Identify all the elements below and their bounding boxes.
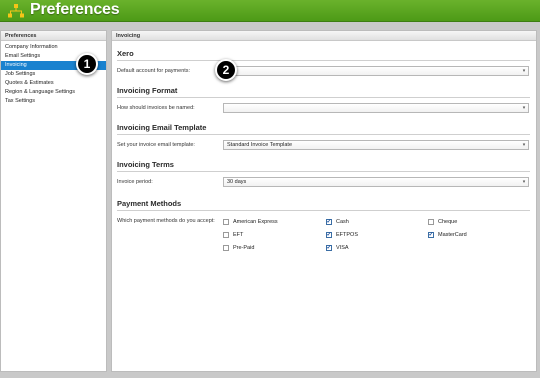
chevron-down-icon: ▾	[522, 68, 526, 74]
checkmark-icon: ✓	[326, 232, 332, 238]
main-heading: Invoicing	[112, 31, 536, 41]
section-title-format: Invoicing Format	[117, 86, 178, 95]
checkbox-box: ✓	[326, 245, 332, 251]
checkbox-mastercard[interactable]: ✓ MasterCard	[428, 232, 467, 238]
sidebar-item-company-information[interactable]: Company Information	[1, 43, 106, 52]
checkmark-icon: ✓	[428, 232, 434, 238]
invoice-period-select[interactable]: 30 days ▾	[223, 177, 529, 187]
checkmark-icon: ✓	[326, 219, 332, 225]
checkbox-label: EFT	[233, 232, 244, 238]
app-title: Preferences	[30, 1, 120, 18]
invoice-period-label: Invoice period:	[117, 179, 153, 185]
section-divider	[117, 134, 530, 135]
payment-methods-label: Which payment methods do you accept:	[117, 218, 215, 224]
section-divider	[117, 60, 530, 61]
checkbox-box	[223, 245, 229, 251]
checkbox-visa[interactable]: ✓ VISA	[326, 245, 349, 251]
payment-account-label: Default account for payments:	[117, 68, 191, 74]
chevron-down-icon: ▾	[522, 105, 526, 111]
section-divider	[117, 210, 530, 211]
callout-badge-2: 2	[215, 59, 237, 81]
checkbox-box	[428, 219, 434, 225]
invoice-naming-label: How should invoices be named:	[117, 105, 195, 111]
checkbox-cash[interactable]: ✓ Cash	[326, 219, 349, 225]
section-title-xero: Xero	[117, 49, 134, 58]
chevron-down-icon: ▾	[522, 142, 526, 148]
section-title-email-template: Invoicing Email Template	[117, 123, 207, 132]
sidebar-item-region-language[interactable]: Region & Language Settings	[1, 88, 106, 97]
checkbox-box	[223, 232, 229, 238]
invoice-naming-select[interactable]: ▾	[223, 103, 529, 113]
org-chart-icon	[8, 4, 24, 18]
checkmark-icon: ✓	[326, 245, 332, 251]
sidebar-item-tax-settings[interactable]: Tax Settings	[1, 97, 106, 106]
checkbox-label: EFTPOS	[336, 232, 359, 238]
checkbox-pre-paid[interactable]: Pre-Paid	[223, 245, 254, 251]
checkbox-eft[interactable]: EFT	[223, 232, 243, 238]
checkbox-box: ✓	[326, 232, 332, 238]
preferences-sidebar: Preferences Company Information Email Se…	[0, 30, 107, 372]
checkbox-american-express[interactable]: American Express	[223, 219, 278, 225]
callout-badge-1: 1	[76, 53, 98, 75]
section-title-terms: Invoicing Terms	[117, 160, 174, 169]
checkbox-box	[223, 219, 229, 225]
checkbox-label: Cash	[336, 219, 349, 225]
email-template-value: Standard Invoice Template	[227, 142, 293, 148]
checkbox-box: ✓	[326, 219, 332, 225]
checkbox-label: Cheque	[438, 219, 458, 225]
email-template-select[interactable]: Standard Invoice Template ▾	[223, 140, 529, 150]
checkbox-label: American Express	[233, 219, 278, 225]
section-divider	[117, 171, 530, 172]
checkbox-cheque[interactable]: Cheque	[428, 219, 457, 225]
payment-account-select[interactable]: ▾	[223, 66, 529, 76]
email-template-label: Set your invoice email template:	[117, 142, 195, 148]
checkbox-eftpos[interactable]: ✓ EFTPOS	[326, 232, 358, 238]
sidebar-heading: Preferences	[1, 31, 106, 41]
section-divider	[117, 97, 530, 98]
app-header: Preferences	[0, 0, 540, 22]
checkbox-label: MasterCard	[438, 232, 467, 238]
checkbox-label: Pre-Paid	[233, 245, 255, 251]
chevron-down-icon: ▾	[522, 179, 526, 185]
invoice-period-value: 30 days	[227, 179, 247, 185]
checkbox-label: VISA	[336, 245, 349, 251]
checkbox-box: ✓	[428, 232, 434, 238]
section-title-payment-methods: Payment Methods	[117, 199, 182, 208]
invoicing-panel: Invoicing Xero Default account for payme…	[111, 30, 537, 372]
sidebar-item-quotes-estimates[interactable]: Quotes & Estimates	[1, 79, 106, 88]
